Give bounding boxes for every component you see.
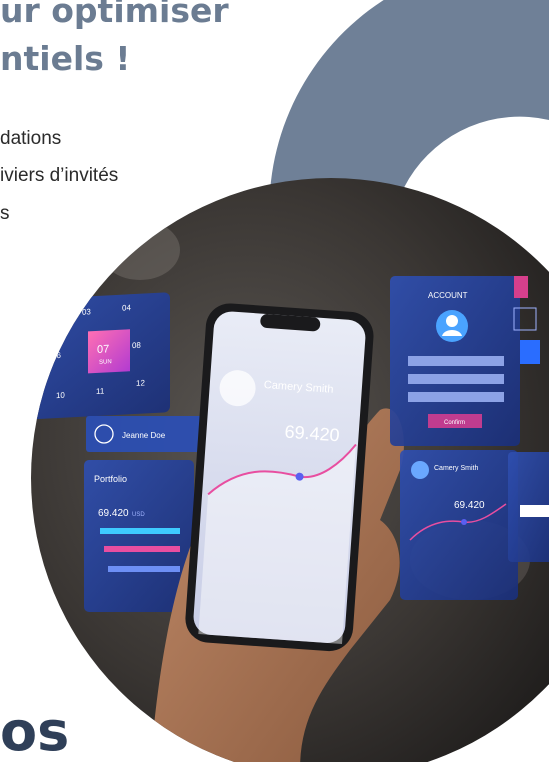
phone: Camery Smith 69.420	[185, 303, 374, 652]
calendar-num-1: 03	[82, 307, 91, 316]
account-field-2	[408, 374, 504, 384]
bottom-heading: os	[0, 700, 70, 763]
user-bar: Jeanne Doe	[86, 416, 214, 452]
calendar-num-4: 08	[132, 341, 141, 350]
calendar-num-7: 12	[136, 378, 145, 387]
account-field-3	[408, 392, 504, 402]
portfolio-bar-2	[104, 546, 180, 552]
portfolio-bar-3	[108, 566, 180, 572]
calendar-day: 07	[97, 343, 109, 356]
portfolio-bar-1	[100, 528, 180, 534]
share-icon	[520, 340, 540, 364]
calendar-num-2: 04	[122, 303, 131, 312]
portfolio-value: 69.420	[98, 508, 129, 519]
card-name: Camery Smith	[434, 465, 478, 472]
calendar-panel: 07 SUN 03 04 06 08 10 11 12	[31, 292, 170, 420]
analytics-card: Camery Smith 69.420	[400, 450, 518, 600]
user-name: Jeanne Doe	[122, 431, 166, 440]
portfolio-title: Portfolio	[94, 474, 127, 484]
account-panel: ACCOUNT Confirm	[390, 276, 520, 446]
photo-circle: 07 SUN 03 04 06 08 10 11 12 Jeanne Doe P…	[31, 178, 549, 762]
hero-illustration: 07 SUN 03 04 06 08 10 11 12 Jeanne Doe P…	[31, 0, 549, 762]
calendar-num-5: 10	[56, 391, 65, 400]
confirm-label: Confirm	[444, 420, 465, 426]
calendar-num-6: 11	[96, 387, 105, 396]
calendar-num-3: 06	[52, 351, 61, 360]
account-title: ACCOUNT	[428, 291, 468, 300]
phone-value: 69.420	[284, 422, 340, 446]
pink-tab-icon	[514, 276, 528, 298]
card-value: 69.420	[454, 500, 485, 511]
calendar-weekday: SUN	[99, 359, 112, 366]
portfolio-currency: USD	[132, 512, 145, 518]
account-field-1	[408, 356, 504, 366]
